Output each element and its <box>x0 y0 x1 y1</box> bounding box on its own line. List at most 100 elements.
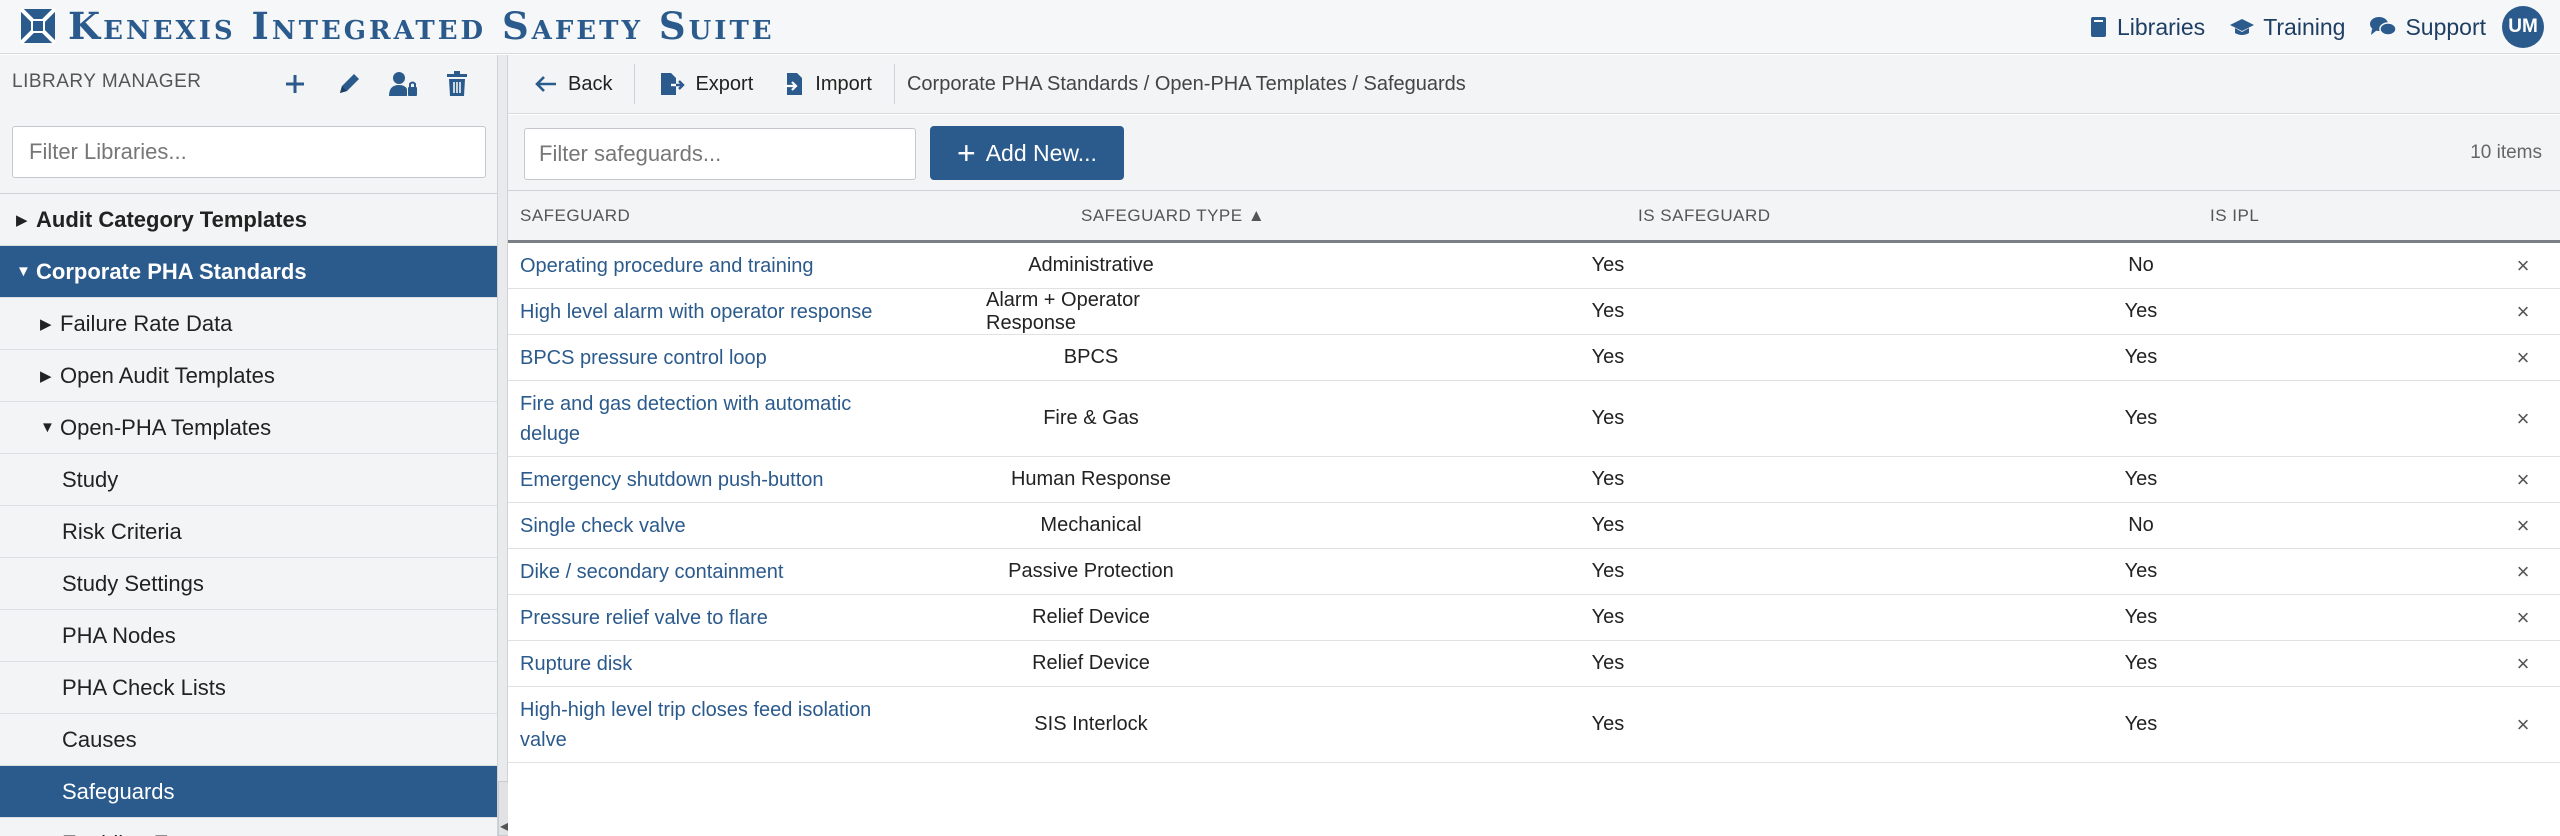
safeguard-name-link[interactable]: Rupture disk <box>520 641 900 686</box>
library-filter-input[interactable] <box>12 126 486 178</box>
is-safeguard-cell: Yes <box>1591 606 1625 628</box>
import-button[interactable]: Import <box>783 55 872 114</box>
delete-row-icon[interactable]: × <box>2508 335 2538 380</box>
tree-item-label: Open Audit Templates <box>60 362 275 388</box>
safeguard-name-link[interactable]: High-high level trip closes feed isolati… <box>520 687 900 762</box>
table-row[interactable]: Operating procedure and training Administ… <box>508 243 2560 289</box>
tree-item[interactable]: ▶ Audit Category Templates <box>0 194 497 246</box>
delete-row-icon[interactable]: × <box>2508 641 2538 686</box>
table-row[interactable]: Emergency shutdown push-button Human Resp… <box>508 457 2560 503</box>
tree-item-label: Study Settings <box>62 570 204 596</box>
add-new-button[interactable]: + Add New... <box>930 126 1124 180</box>
tree-item[interactable]: PHA Check Lists <box>0 662 497 714</box>
safeguard-name-link[interactable]: Fire and gas detection with automatic de… <box>520 381 900 456</box>
tree-item-label: Corporate PHA Standards <box>36 258 307 284</box>
delete-row-icon[interactable]: × <box>2508 595 2538 640</box>
column-header-safeguard-type[interactable]: SAFEGUARD TYPE ▲ <box>1081 191 1265 240</box>
user-avatar[interactable]: UM <box>2502 6 2544 48</box>
delete-row-icon[interactable]: × <box>2508 687 2538 762</box>
safeguard-type-cell: BPCS <box>1063 346 1119 368</box>
delete-row-icon[interactable]: × <box>2508 503 2538 548</box>
tree-item[interactable]: Study <box>0 454 497 506</box>
add-library-button[interactable] <box>276 65 314 103</box>
delete-row-icon[interactable]: × <box>2508 457 2538 502</box>
table-row[interactable]: High level alarm with operator response A… <box>508 289 2560 335</box>
is-safeguard-cell: Yes <box>1591 560 1625 582</box>
table-row[interactable]: Dike / secondary containment Passive Prot… <box>508 549 2560 595</box>
safeguard-name-link[interactable]: Dike / secondary containment <box>520 549 900 594</box>
table-row[interactable]: High-high level trip closes feed isolati… <box>508 687 2560 763</box>
sidebar-title: LIBRARY MANAGER <box>12 71 202 92</box>
back-button[interactable]: Back <box>534 55 612 114</box>
tree-item[interactable]: Safeguards <box>0 766 497 818</box>
safeguard-name-link[interactable]: Pressure relief valve to flare <box>520 595 900 640</box>
caret-down-icon: ▼ <box>16 263 31 280</box>
libraries-link[interactable]: Libraries <box>2089 14 2205 41</box>
column-header-is-safeguard[interactable]: IS SAFEGUARD <box>1638 191 1771 240</box>
tree-item[interactable]: ▶ Failure Rate Data <box>0 298 497 350</box>
safeguard-type-cell: Relief Device <box>1032 652 1150 674</box>
app-header: Kenexis Integrated Safety Suite Librarie… <box>0 0 2560 54</box>
safeguard-name-link[interactable]: High level alarm with operator response <box>520 289 900 334</box>
is-ipl-cell: Yes <box>2124 468 2158 490</box>
toolbar-divider <box>634 64 636 104</box>
tree-item[interactable]: ▼ Open-PHA Templates <box>0 402 497 454</box>
trash-icon <box>447 71 467 96</box>
safeguard-name-link[interactable]: Single check valve <box>520 503 900 548</box>
tree-item[interactable]: Risk Criteria <box>0 506 497 558</box>
safeguard-type-cell: Administrative <box>1028 254 1154 276</box>
safeguard-type-cell: Human Response <box>1010 468 1172 490</box>
library-filter-wrapper <box>12 126 486 178</box>
safeguard-name-link[interactable]: Operating procedure and training <box>520 243 900 288</box>
tree-item-label: PHA Check Lists <box>62 674 226 700</box>
tree-item[interactable]: ▶ Open Audit Templates <box>0 350 497 402</box>
delete-row-icon[interactable]: × <box>2508 381 2538 456</box>
is-ipl-cell: Yes <box>2124 560 2158 582</box>
delete-row-icon[interactable]: × <box>2508 243 2538 288</box>
is-safeguard-cell: Yes <box>1591 713 1625 735</box>
delete-library-button[interactable] <box>438 65 476 103</box>
is-safeguard-cell: Yes <box>1591 407 1625 429</box>
table-row[interactable]: Single check valve Mechanical Yes No × <box>508 503 2560 549</box>
tree-item[interactable]: PHA Nodes <box>0 610 497 662</box>
is-ipl-cell: Yes <box>2124 713 2158 735</box>
plus-icon <box>286 75 304 93</box>
is-ipl-cell: Yes <box>2124 346 2158 368</box>
table-body: Operating procedure and training Administ… <box>508 243 2560 763</box>
column-header-safeguard[interactable]: SAFEGUARD <box>520 191 630 240</box>
safeguard-name-link[interactable]: BPCS pressure control loop <box>520 335 900 380</box>
edit-library-button[interactable] <box>330 65 368 103</box>
safeguard-type-cell: SIS Interlock <box>1034 713 1148 735</box>
export-button[interactable]: Export <box>659 55 753 114</box>
add-new-label: Add New... <box>985 139 1097 166</box>
is-safeguard-cell: Yes <box>1591 652 1625 674</box>
is-safeguard-cell: Yes <box>1591 514 1625 536</box>
tree-item[interactable]: Enabling Events <box>0 818 497 836</box>
safeguard-name-link[interactable]: Emergency shutdown push-button <box>520 457 900 502</box>
chat-bubbles-icon <box>2370 17 2398 36</box>
library-tree: ▶ Audit Category Templates ▼ Corporate PHA … <box>0 193 497 836</box>
table-row[interactable]: Rupture disk Relief Device Yes Yes × <box>508 641 2560 687</box>
tree-item[interactable]: Study Settings <box>0 558 497 610</box>
caret-right-icon: ▶ <box>40 315 52 333</box>
file-import-icon <box>784 73 803 95</box>
table-row[interactable]: Pressure relief valve to flare Relief Dev… <box>508 595 2560 641</box>
support-link[interactable]: Support <box>2369 14 2486 41</box>
safeguard-filter-input[interactable] <box>524 128 916 180</box>
library-permissions-button[interactable] <box>384 65 422 103</box>
safeguard-type-cell: Alarm + Operator Response <box>986 288 1140 334</box>
is-safeguard-cell: Yes <box>1591 300 1625 322</box>
is-ipl-cell: Yes <box>2124 606 2158 628</box>
library-manager-sidebar: LIBRARY MANAGER ▶ Audit Category Template… <box>0 55 498 836</box>
training-link[interactable]: Training <box>2229 14 2345 41</box>
tree-item[interactable]: ▼ Corporate PHA Standards <box>0 246 497 298</box>
tree-item[interactable]: Causes <box>0 714 497 766</box>
table-row[interactable]: BPCS pressure control loop BPCS Yes Yes × <box>508 335 2560 381</box>
column-header-is-ipl[interactable]: IS IPL <box>2210 191 2259 240</box>
table-row[interactable]: Fire and gas detection with automatic de… <box>508 381 2560 457</box>
sidebar-splitter[interactable]: ◀ <box>498 55 510 836</box>
delete-row-icon[interactable]: × <box>2508 549 2538 594</box>
tree-item-label: PHA Nodes <box>62 622 176 648</box>
is-safeguard-cell: Yes <box>1591 468 1625 490</box>
delete-row-icon[interactable]: × <box>2508 289 2538 334</box>
